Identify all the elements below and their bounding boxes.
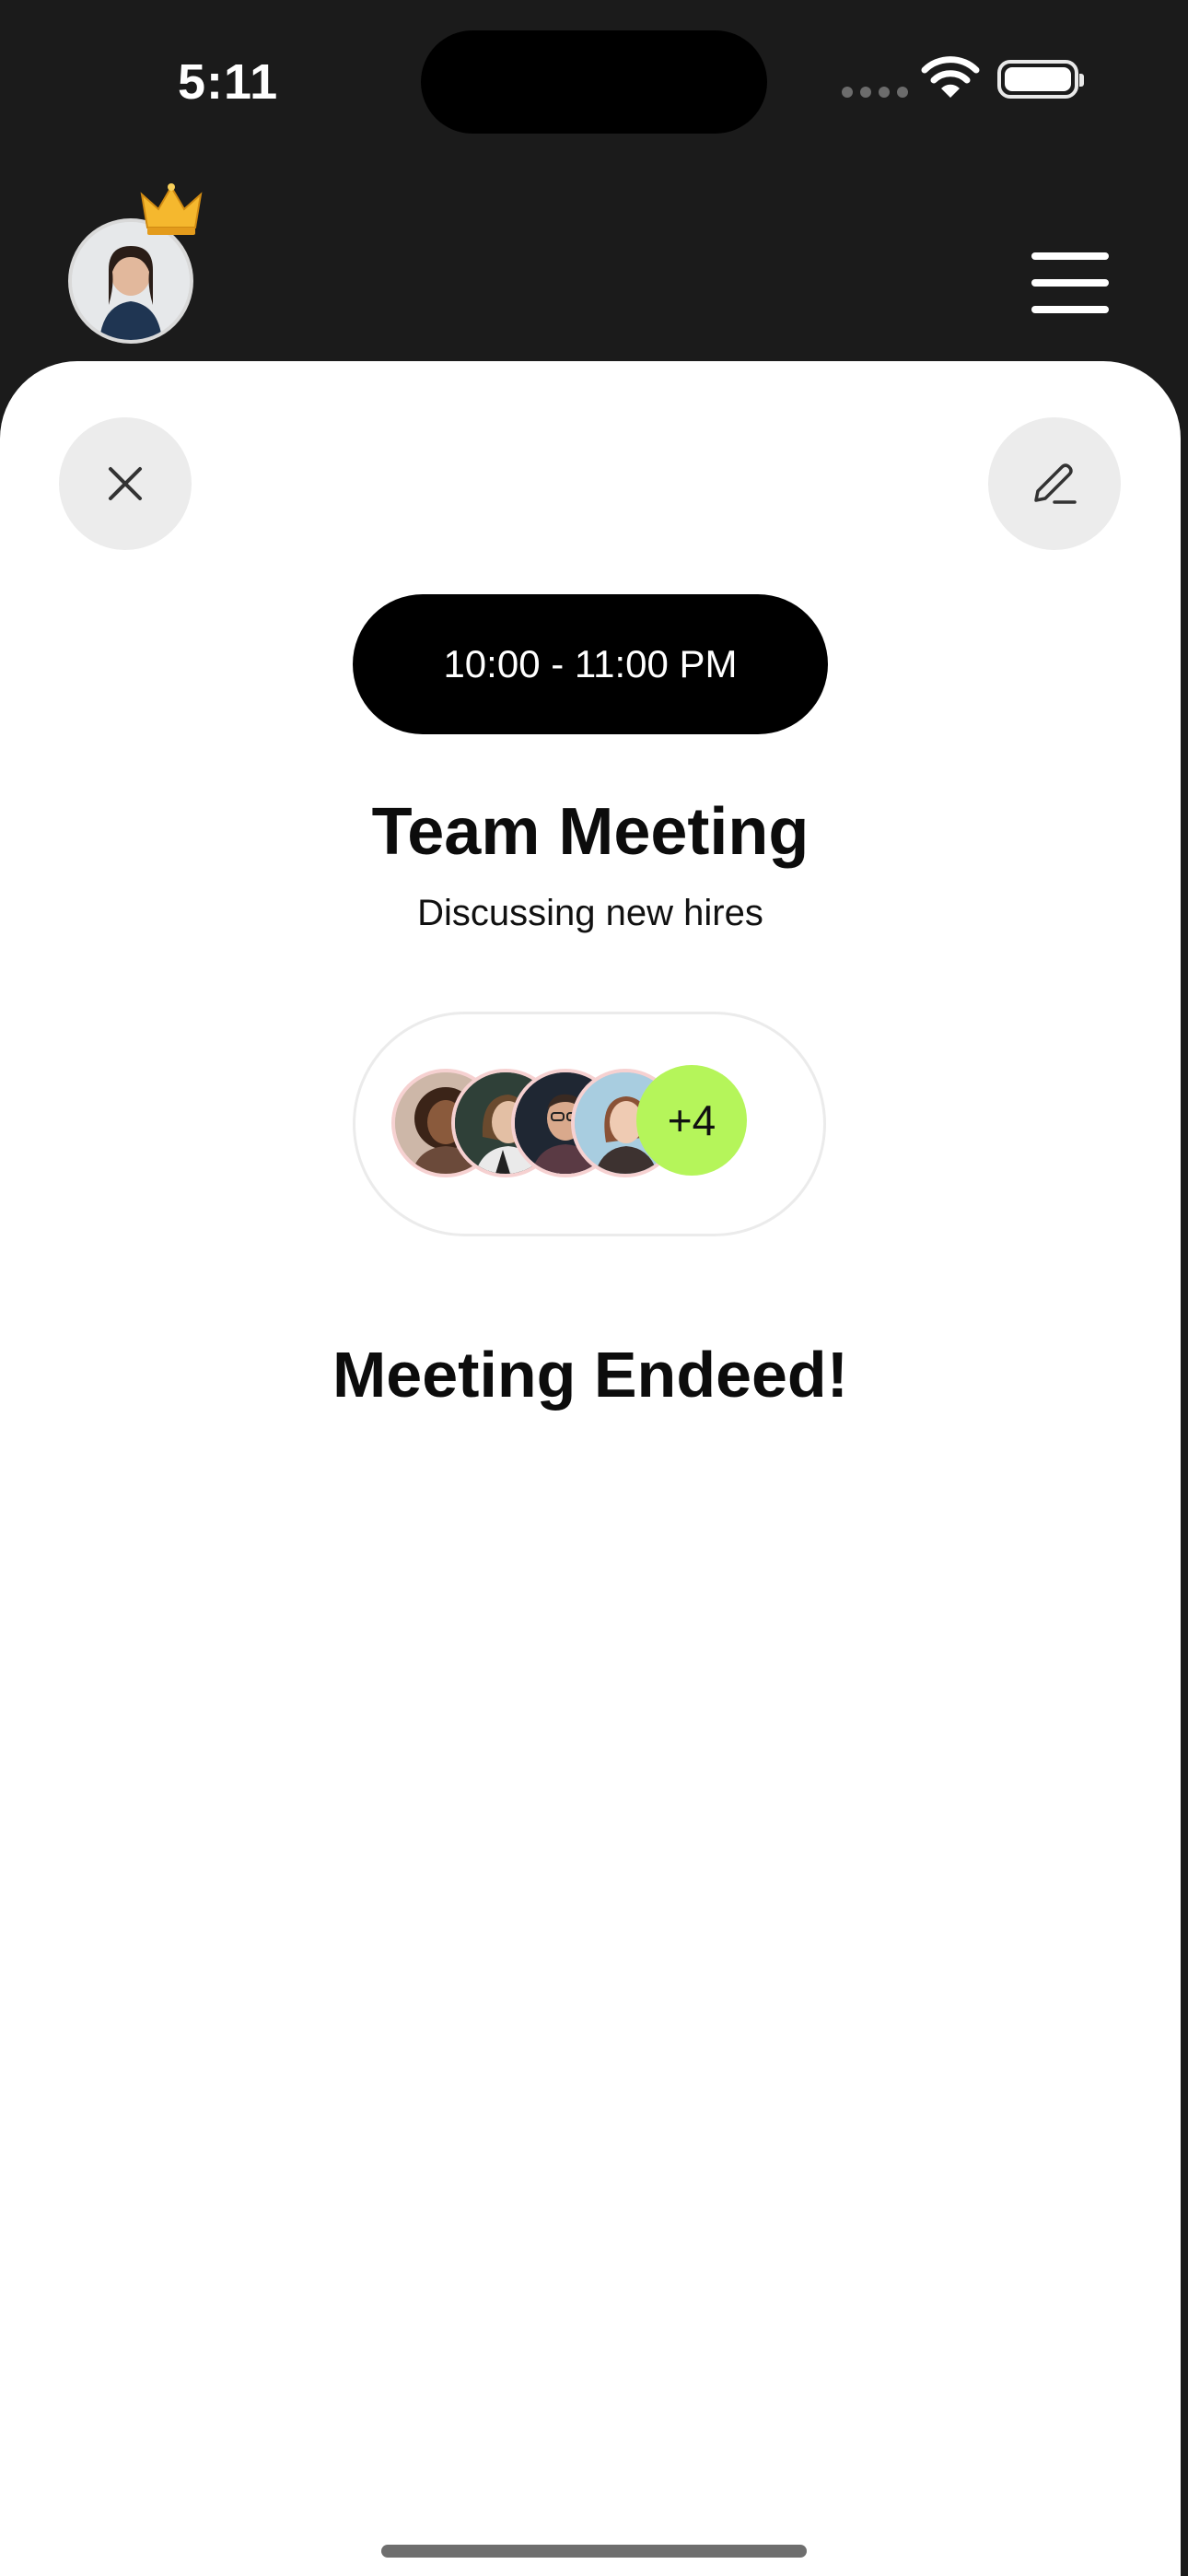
meeting-time-pill: 10:00 - 11:00 PM bbox=[353, 594, 828, 734]
status-time: 5:11 bbox=[178, 54, 279, 110]
dynamic-island bbox=[421, 30, 767, 134]
hamburger-menu-icon[interactable] bbox=[1031, 252, 1109, 313]
battery-icon bbox=[997, 60, 1084, 99]
crown-icon bbox=[140, 183, 203, 235]
edit-button[interactable] bbox=[988, 417, 1121, 550]
close-button[interactable] bbox=[59, 417, 192, 550]
meeting-detail-sheet: 10:00 - 11:00 PM Team Meeting Discussing… bbox=[0, 361, 1181, 2576]
wifi-icon bbox=[921, 56, 980, 98]
meeting-subtitle: Discussing new hires bbox=[417, 893, 763, 933]
close-icon bbox=[109, 467, 142, 500]
meeting-status-message: Meeting Endeed! bbox=[332, 1339, 849, 1411]
participants-group[interactable]: +4 bbox=[353, 1012, 826, 1236]
pencil-icon bbox=[1034, 463, 1077, 504]
more-participants-badge[interactable]: +4 bbox=[636, 1065, 747, 1176]
signal-dots-icon bbox=[842, 87, 908, 98]
meeting-title: Team Meeting bbox=[371, 795, 809, 869]
profile-avatar[interactable] bbox=[68, 183, 203, 344]
status-bar: 5:11 bbox=[0, 0, 1188, 157]
home-indicator[interactable] bbox=[381, 2545, 807, 2558]
